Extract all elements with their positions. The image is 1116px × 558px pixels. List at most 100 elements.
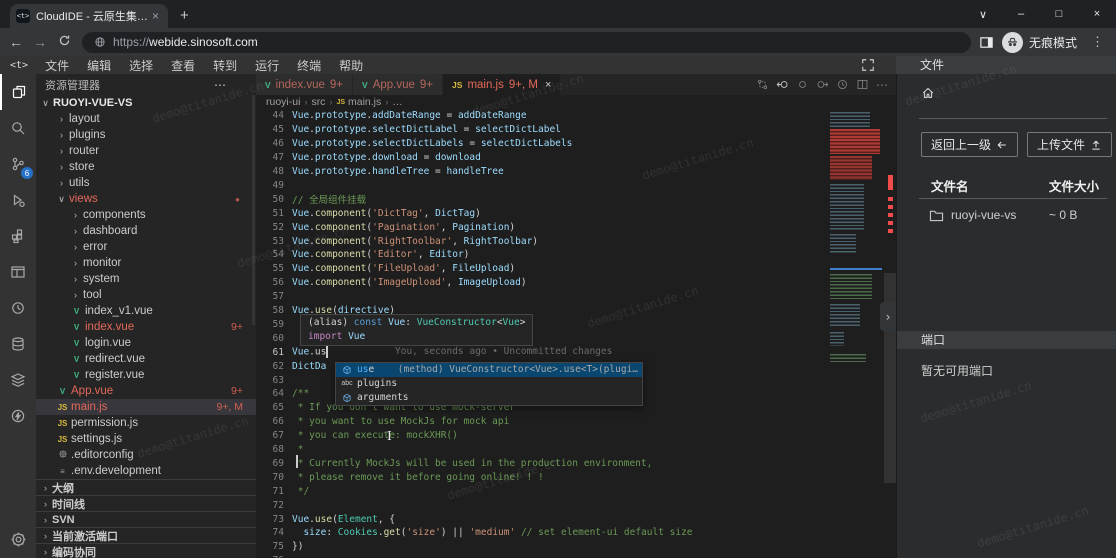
menu-item-7[interactable]: 帮助 xyxy=(330,57,372,74)
menu-item-0[interactable]: 文件 xyxy=(36,57,78,74)
new-tab-button[interactable]: + xyxy=(180,7,189,24)
line-content: Vue.component('Pagination', Pagination) xyxy=(292,222,515,233)
menu-item-6[interactable]: 终端 xyxy=(288,57,330,74)
git-compare-icon[interactable] xyxy=(756,78,769,91)
browser-back-icon[interactable]: ← xyxy=(4,34,28,50)
tree-item-settings.js[interactable]: JSsettings.js xyxy=(36,431,256,447)
tree-item-tool[interactable]: ›tool xyxy=(36,287,256,303)
section-label: 大纲 xyxy=(52,480,74,496)
section-2[interactable]: ›SVN xyxy=(36,511,256,527)
tree-item-index_v1.vue[interactable]: Vindex_v1.vue xyxy=(36,303,256,319)
explorer-more-icon[interactable]: ⋯ xyxy=(214,78,226,92)
menu-item-1[interactable]: 编辑 xyxy=(78,57,120,74)
breadcrumb-item[interactable]: ruoyi-ui xyxy=(266,96,300,108)
nav-dot-icon[interactable] xyxy=(796,78,809,91)
breadcrumb-separator: › xyxy=(385,97,388,107)
breadcrumb-item[interactable]: src xyxy=(311,96,325,108)
tab-App-vue[interactable]: VApp.vue9+ xyxy=(353,74,442,95)
nav-back-icon[interactable] xyxy=(776,78,789,91)
editor-group: Vindex.vue9+VApp.vue9+JSmain.js9+, M× ⋯ … xyxy=(256,74,896,558)
tree-item-main.js[interactable]: JSmain.js9+, M xyxy=(36,399,256,415)
section-1[interactable]: ›时间线 xyxy=(36,495,256,511)
chevron-icon: › xyxy=(56,178,67,188)
tree-item-register.vue[interactable]: Vregister.vue xyxy=(36,367,256,383)
file-row-name[interactable]: ruoyi-vue-vs xyxy=(929,208,1016,222)
menu-item-2[interactable]: 选择 xyxy=(120,57,162,74)
address-bar[interactable]: https://webide.sinosoft.com xyxy=(82,32,971,53)
tree-item-monitor[interactable]: ›monitor xyxy=(36,255,256,271)
tab-close-icon[interactable]: × xyxy=(545,79,551,91)
line-number: 48 xyxy=(256,166,292,177)
git-blame-annotation: You, seconds ago • Uncommitted changes xyxy=(395,345,612,359)
section-3[interactable]: ›当前激活端口 xyxy=(36,527,256,543)
tree-item-router[interactable]: ›router xyxy=(36,143,256,159)
search-icon[interactable] xyxy=(0,110,36,146)
layers-icon[interactable] xyxy=(0,362,36,398)
timeline-icon[interactable] xyxy=(0,290,36,326)
window-minimize-icon[interactable]: – xyxy=(1002,0,1040,28)
home-icon[interactable] xyxy=(921,86,935,105)
tree-item-permission.js[interactable]: JSpermission.js xyxy=(36,415,256,431)
window-menu-icon[interactable]: ∨ xyxy=(964,0,1002,28)
tree-item-.env.development[interactable]: ≡.env.development xyxy=(36,463,256,479)
suggest-item-2[interactable]: arguments xyxy=(336,391,642,405)
browser-menu-icon[interactable]: ⋮ xyxy=(1091,34,1104,50)
run-debug-icon[interactable] xyxy=(0,182,36,218)
tree-item-.editorconfig[interactable]: .editorconfig xyxy=(36,447,256,463)
preview-icon[interactable] xyxy=(0,254,36,290)
nav-forward-icon[interactable] xyxy=(816,78,829,91)
source-control-icon[interactable]: 6 xyxy=(0,146,36,182)
explorer-icon[interactable] xyxy=(0,74,36,110)
menu-item-3[interactable]: 查看 xyxy=(162,57,204,74)
tree-item-login.vue[interactable]: Vlogin.vue xyxy=(36,335,256,351)
tree-item-layout[interactable]: ›layout xyxy=(36,111,256,127)
menu-item-4[interactable]: 转到 xyxy=(204,57,246,74)
explorer-sidebar: 资源管理器 ⋯ ∨RUOYI-VUE-VS›layout›plugins›rou… xyxy=(36,74,256,558)
window-close-icon[interactable]: × xyxy=(1078,0,1116,28)
tree-item-system[interactable]: ›system xyxy=(36,271,256,287)
side-panel-icon[interactable] xyxy=(979,35,994,50)
tree-item-views[interactable]: ∨views● xyxy=(36,191,256,207)
tree-item-ruoyi-vue-vs[interactable]: ∨RUOYI-VUE-VS xyxy=(36,95,256,111)
breadcrumb[interactable]: ruoyi-ui›src›JSmain.js›… xyxy=(256,95,896,109)
suggest-item-1[interactable]: abcplugins xyxy=(336,377,642,391)
more-icon[interactable]: ⋯ xyxy=(876,78,888,92)
tree-item-plugins[interactable]: ›plugins xyxy=(36,127,256,143)
window-maximize-icon[interactable]: □ xyxy=(1040,0,1078,28)
tree-item-app.vue[interactable]: VApp.vue9+ xyxy=(36,383,256,399)
breadcrumb-item[interactable]: … xyxy=(392,96,403,108)
tab-index-vue[interactable]: Vindex.vue9+ xyxy=(256,74,352,95)
breadcrumb-item[interactable]: main.js xyxy=(348,96,381,108)
tree-item-components[interactable]: ›components xyxy=(36,207,256,223)
database-icon[interactable] xyxy=(0,326,36,362)
history-icon[interactable] xyxy=(836,78,849,91)
browser-reload-icon[interactable] xyxy=(52,34,76,50)
split-editor-icon[interactable] xyxy=(856,78,869,91)
back-to-parent-button[interactable]: 返回上一级 xyxy=(921,132,1018,157)
tree-item-store[interactable]: ›store xyxy=(36,159,256,175)
suggest-label: plugins xyxy=(357,378,397,389)
tab-main-js[interactable]: JSmain.js9+, M× xyxy=(443,74,560,95)
tree-item-index.vue[interactable]: Vindex.vue9+ xyxy=(36,319,256,335)
tree-item-redirect.vue[interactable]: Vredirect.vue xyxy=(36,351,256,367)
upload-file-button[interactable]: 上传文件 xyxy=(1027,132,1112,157)
section-4[interactable]: ›编码协同 xyxy=(36,543,256,558)
panel-collapse-handle[interactable]: › xyxy=(880,302,896,331)
menu-item-5[interactable]: 运行 xyxy=(246,57,288,74)
sidebar-scrollbar[interactable] xyxy=(252,95,255,325)
settings-gear-icon[interactable] xyxy=(0,524,36,554)
code-editor[interactable]: 44Vue.prototype.addDateRange = addDateRa… xyxy=(256,109,896,558)
power-icon[interactable] xyxy=(0,398,36,434)
line-content: * xyxy=(292,444,303,455)
tree-item-dashboard[interactable]: ›dashboard xyxy=(36,223,256,239)
tree-item-utils[interactable]: ›utils xyxy=(36,175,256,191)
minimap[interactable] xyxy=(830,110,882,455)
suggest-item-0[interactable]: use(method) VueConstructor<Vue>.use<T>(p… xyxy=(336,363,642,377)
tab-close-icon[interactable]: × xyxy=(149,9,162,23)
tree-item-error[interactable]: ›error xyxy=(36,239,256,255)
code-line-76: 76 xyxy=(256,554,816,558)
extensions-icon[interactable] xyxy=(0,218,36,254)
browser-tab[interactable]: <t> CloudIDE - 云原生集成开发环境 × xyxy=(10,4,168,28)
browser-forward-icon[interactable]: → xyxy=(28,34,52,50)
section-0[interactable]: ›大纲 xyxy=(36,479,256,495)
